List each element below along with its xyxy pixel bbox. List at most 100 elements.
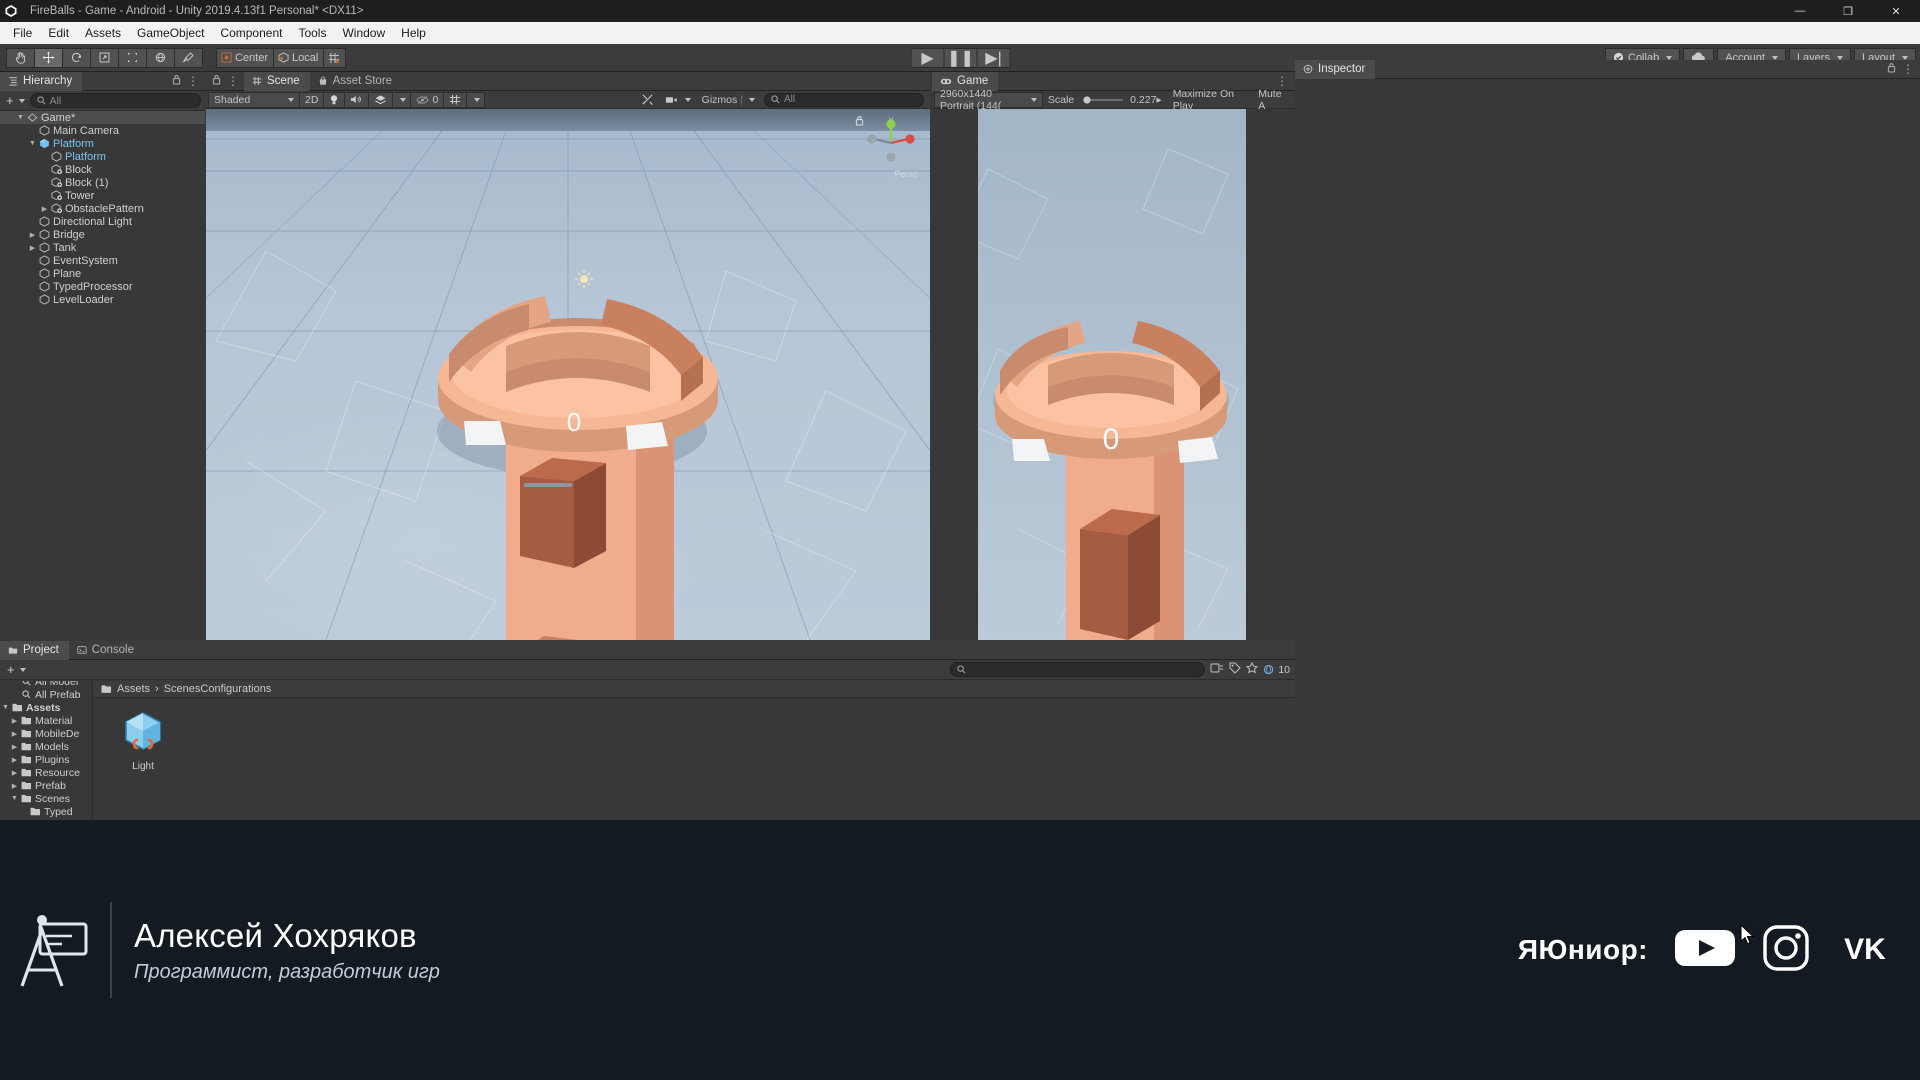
tab-project[interactable]: Project: [0, 640, 69, 660]
hierarchy-item-platform[interactable]: ▼ Platform: [0, 137, 205, 150]
hierarchy-item-block-1[interactable]: Block (1): [0, 176, 205, 189]
close-button[interactable]: ✕: [1872, 0, 1920, 22]
add-gameobject-button[interactable]: +: [4, 93, 27, 108]
tab-asset-store[interactable]: Asset Store: [310, 72, 402, 91]
menu-tools[interactable]: Tools: [290, 23, 334, 43]
grid-dropdown[interactable]: [466, 91, 486, 108]
transform-tool-icon[interactable]: [146, 47, 175, 68]
filter-by-label-icon[interactable]: [1229, 661, 1242, 679]
kebab-menu-icon[interactable]: ⋮: [187, 75, 199, 87]
audio-icon[interactable]: [344, 91, 370, 108]
hierarchy-item-levelloader[interactable]: LevelLoader: [0, 293, 205, 306]
step-button[interactable]: ▶|: [976, 47, 1011, 68]
scene-viewport[interactable]: 0 y Persp: [206, 109, 930, 640]
scale-tool-icon[interactable]: [90, 47, 119, 68]
hierarchy-search-input[interactable]: All: [29, 93, 201, 108]
maximize-on-play-button[interactable]: Maximize On Play: [1167, 88, 1254, 112]
kebab-menu-icon[interactable]: ⋮: [227, 75, 239, 87]
chevron-right-icon[interactable]: ▶: [9, 717, 20, 725]
grid-icon[interactable]: [443, 91, 468, 108]
hierarchy-item-typedprocessor[interactable]: TypedProcessor: [0, 280, 205, 293]
chevron-right-icon[interactable]: ▶: [27, 231, 38, 239]
project-tree-item-resource[interactable]: ▶ Resource: [0, 766, 92, 779]
chevron-down-icon[interactable]: ▼: [0, 704, 11, 711]
vk-icon[interactable]: VK: [1836, 928, 1894, 973]
play-button[interactable]: ▶: [910, 47, 945, 68]
move-tool-icon[interactable]: [34, 47, 63, 68]
project-add-button[interactable]: +: [5, 662, 28, 677]
hierarchy-item-platform[interactable]: Platform: [0, 150, 205, 163]
chevron-right-icon[interactable]: ▶: [9, 743, 20, 751]
scene-search-input[interactable]: All: [764, 92, 924, 107]
chevron-down-icon[interactable]: ▼: [15, 114, 26, 121]
visibility-off-icon[interactable]: 0: [410, 91, 445, 108]
minimize-button[interactable]: —: [1776, 0, 1824, 22]
pivot-mode-button[interactable]: Center: [216, 47, 275, 68]
project-tree-item-models[interactable]: ▶ Models: [0, 740, 92, 753]
lock-icon[interactable]: [212, 72, 221, 90]
hierarchy-item-obstaclepattern[interactable]: ▶ ObstaclePattern: [0, 202, 205, 215]
tab-scene[interactable]: Scene: [244, 71, 310, 91]
hierarchy-item-plane[interactable]: Plane: [0, 267, 205, 280]
rect-tool-icon[interactable]: [118, 47, 147, 68]
game-scale-slider[interactable]: Scale 0.227▸: [1042, 92, 1168, 108]
chevron-right-icon[interactable]: ▶: [39, 205, 50, 213]
chevron-right-icon[interactable]: ▶: [27, 244, 38, 252]
project-tree-item-scenes[interactable]: ▼ Scenes: [0, 792, 92, 805]
project-tree-item-plugins[interactable]: ▶ Plugins: [0, 753, 92, 766]
tab-inspector[interactable]: Inspector: [1295, 59, 1376, 79]
mute-audio-button[interactable]: Mute A: [1252, 88, 1293, 112]
breadcrumb-assets[interactable]: Assets: [117, 683, 150, 695]
hierarchy-item-main-camera[interactable]: Main Camera: [0, 124, 205, 137]
menu-component[interactable]: Component: [212, 23, 290, 43]
hierarchy-item-block[interactable]: Block: [0, 163, 205, 176]
project-tree-item-typed[interactable]: Typed: [0, 805, 92, 818]
game-resolution-dropdown[interactable]: 2960x1440 Portrait (144(: [934, 88, 1043, 112]
scene-camera-icon[interactable]: [659, 92, 697, 108]
draw-mode-dropdown[interactable]: Shaded: [208, 91, 300, 108]
project-tree-item-material[interactable]: ▶ Material: [0, 714, 92, 727]
hierarchy-item-game[interactable]: ▼ Game*: [0, 111, 205, 124]
project-search-input[interactable]: [950, 662, 1206, 677]
lock-icon[interactable]: [172, 72, 181, 90]
menu-gameobject[interactable]: GameObject: [129, 23, 212, 43]
grid-snap-icon[interactable]: [323, 47, 347, 68]
chevron-right-icon[interactable]: ▶: [9, 756, 20, 764]
hierarchy-item-tank[interactable]: ▶ Tank: [0, 241, 205, 254]
hierarchy-item-bridge[interactable]: ▶ Bridge: [0, 228, 205, 241]
game-viewport[interactable]: 0: [978, 109, 1246, 640]
rotate-tool-icon[interactable]: [62, 47, 91, 68]
breadcrumb-scenesconfigurations[interactable]: ScenesConfigurations: [164, 683, 272, 695]
asset-item[interactable]: Light: [111, 708, 175, 772]
tab-hierarchy[interactable]: Hierarchy: [0, 71, 83, 91]
chevron-down-icon[interactable]: ▼: [9, 795, 20, 802]
space-mode-button[interactable]: Local: [273, 47, 325, 68]
lock-icon[interactable]: [1887, 60, 1896, 78]
project-folder-tree[interactable]: All Model All Prefab ▼ Assets ▶ Material ▶ Mobi…: [0, 681, 92, 820]
chevron-down-icon[interactable]: ▼: [27, 140, 38, 147]
chevron-right-icon[interactable]: ▶: [9, 769, 20, 777]
toggle-2d-button[interactable]: 2D: [299, 91, 325, 108]
maximize-button[interactable]: ❐: [1824, 0, 1872, 22]
filter-by-type-icon[interactable]: [1210, 661, 1224, 679]
project-tree-item-all-prefab[interactable]: All Prefab: [0, 688, 92, 701]
pause-button[interactable]: ❚❚: [943, 47, 978, 68]
menu-edit[interactable]: Edit: [40, 23, 77, 43]
tab-console[interactable]: Console: [69, 641, 144, 660]
kebab-menu-icon[interactable]: ⋮: [1276, 75, 1288, 87]
kebab-menu-icon[interactable]: ⋮: [1902, 63, 1914, 75]
light-bulb-icon[interactable]: [323, 91, 346, 108]
effects-dropdown[interactable]: [392, 91, 412, 108]
project-tree-item-assets[interactable]: ▼ Assets: [0, 701, 92, 714]
project-tree-item-mobilede[interactable]: ▶ MobileDe: [0, 727, 92, 740]
project-tree-item-prefab[interactable]: ▶ Prefab: [0, 779, 92, 792]
scene-persp-label[interactable]: Persp: [894, 169, 918, 179]
custom-tool-icon[interactable]: [174, 47, 203, 68]
menu-help[interactable]: Help: [393, 23, 434, 43]
hand-tool-icon[interactable]: [6, 47, 35, 68]
instagram-icon[interactable]: [1762, 924, 1810, 977]
asset-grid[interactable]: Light: [93, 698, 1295, 772]
hierarchy-item-eventsystem[interactable]: EventSystem: [0, 254, 205, 267]
effects-icon[interactable]: [368, 91, 394, 108]
chevron-right-icon[interactable]: ▶: [9, 782, 20, 790]
